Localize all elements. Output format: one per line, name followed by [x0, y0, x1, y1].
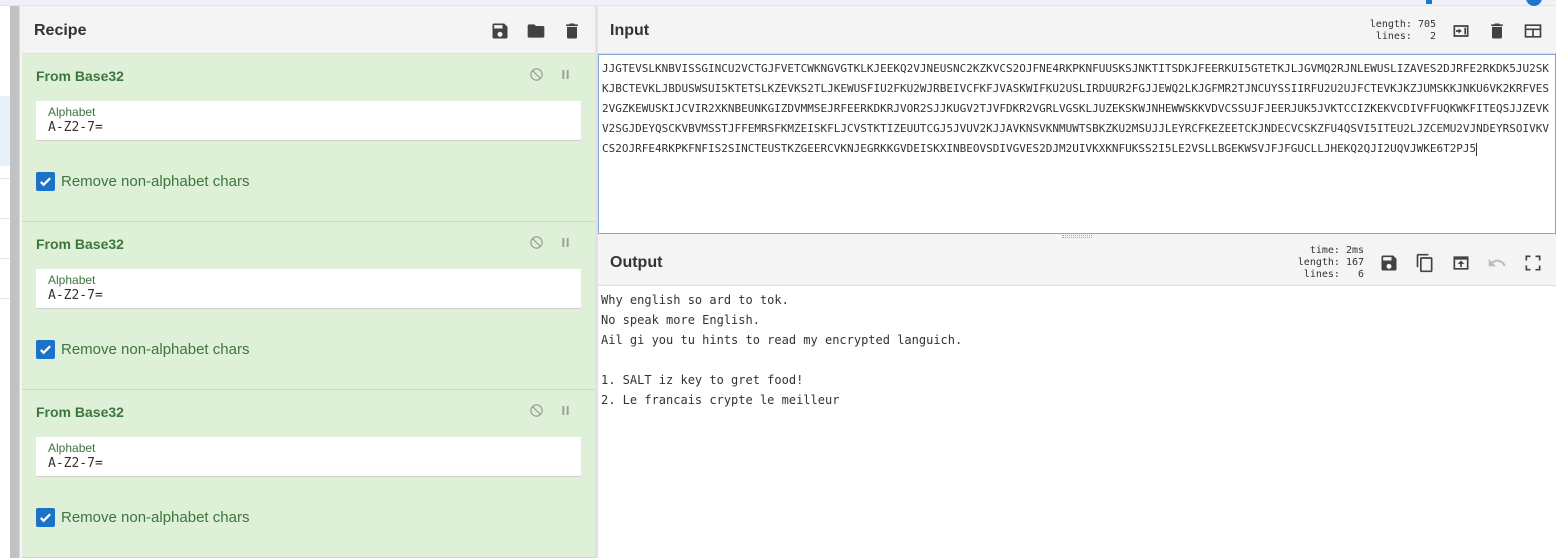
output-text[interactable]: Why english so ard to tok. No speak more… [598, 286, 1556, 414]
input-textarea[interactable]: JJGTEVSLKNBVISSGINCU2VCTGJFVETCWKNGVGTKL… [598, 54, 1556, 234]
undo-icon[interactable] [1486, 252, 1508, 274]
remove-non-alphabet-row[interactable]: Remove non-alphabet chars [36, 340, 581, 359]
pause-operation-icon[interactable] [558, 235, 573, 255]
copy-output-icon[interactable] [1414, 252, 1436, 274]
operations-pane-edge [0, 6, 20, 558]
alphabet-field[interactable]: Alphabet A-Z2-7= [36, 101, 581, 141]
input-pane: Input length: 705 lines: 2 JJGTEVSLKNBVI… [598, 8, 1556, 234]
alphabet-label: Alphabet [48, 441, 96, 455]
notification-dot-icon[interactable] [1526, 0, 1542, 6]
clear-recipe-trash-icon[interactable] [561, 20, 583, 42]
input-title: Input [610, 21, 650, 39]
save-output-icon[interactable] [1378, 252, 1400, 274]
clear-input-trash-icon[interactable] [1486, 20, 1508, 42]
alphabet-label: Alphabet [48, 273, 96, 287]
recipe-pane: Recipe From Base32 Alphabet A-Z2-7= Remo… [22, 8, 595, 558]
progress-indicator [1426, 0, 1432, 4]
io-splitter-handle[interactable] [1062, 235, 1092, 238]
length-label: length: [1369, 18, 1412, 30]
length-value: 167 [1345, 256, 1364, 268]
recipe-title: Recipe [34, 21, 87, 39]
operation-title: From Base32 [36, 236, 124, 252]
divider [0, 258, 10, 259]
replace-input-icon[interactable] [1450, 252, 1472, 274]
divider [0, 298, 10, 299]
operation-title: From Base32 [36, 68, 124, 84]
time-value: 2ms [1345, 244, 1364, 256]
maximise-output-icon[interactable] [1522, 252, 1544, 274]
input-text-content[interactable]: JJGTEVSLKNBVISSGINCU2VCTGJFVETCWKNGVGTKL… [602, 62, 1549, 155]
operations-list-highlight [0, 96, 10, 166]
divider [0, 178, 10, 179]
input-header: Input length: 705 lines: 2 [598, 8, 1556, 54]
divider [0, 218, 10, 219]
lines-value: 2 [1429, 30, 1436, 42]
pause-operation-icon[interactable] [558, 67, 573, 87]
alphabet-field[interactable]: Alphabet A-Z2-7= [36, 437, 581, 477]
remove-non-alphabet-checkbox[interactable] [36, 340, 55, 359]
input-stats: length: 705 lines: 2 [1370, 19, 1436, 43]
output-title: Output [610, 253, 663, 271]
operation-title: From Base32 [36, 404, 124, 420]
lines-label: lines: [1303, 268, 1340, 280]
disable-operation-icon[interactable] [529, 235, 544, 255]
time-label: time: [1309, 244, 1340, 256]
remove-non-alphabet-checkbox[interactable] [36, 508, 55, 527]
text-caret [1476, 142, 1478, 156]
disable-operation-icon[interactable] [529, 67, 544, 87]
remove-non-alphabet-checkbox[interactable] [36, 172, 55, 191]
load-recipe-folder-icon[interactable] [525, 20, 547, 42]
output-stats: time: 2ms length: 167 lines: 6 [1298, 245, 1364, 281]
operation-from-base32[interactable]: From Base32 Alphabet A-Z2-7= Remove non-… [22, 390, 595, 558]
operation-from-base32[interactable]: From Base32 Alphabet A-Z2-7= Remove non-… [22, 222, 595, 390]
recipe-header: Recipe [22, 8, 595, 54]
output-pane: Output time: 2ms length: 167 lines: 6 Wh… [598, 240, 1556, 558]
alphabet-label: Alphabet [48, 105, 96, 119]
alphabet-value[interactable]: A-Z2-7= [48, 287, 569, 305]
alphabet-value[interactable]: A-Z2-7= [48, 119, 569, 137]
remove-non-alphabet-row[interactable]: Remove non-alphabet chars [36, 172, 581, 191]
remove-non-alphabet-row[interactable]: Remove non-alphabet chars [36, 508, 581, 527]
operation-from-base32[interactable]: From Base32 Alphabet A-Z2-7= Remove non-… [22, 54, 595, 222]
remove-non-alphabet-label[interactable]: Remove non-alphabet chars [61, 341, 249, 358]
alphabet-value[interactable]: A-Z2-7= [48, 455, 569, 473]
pause-operation-icon[interactable] [558, 403, 573, 423]
lines-value: 6 [1357, 268, 1364, 280]
vertical-scrollbar[interactable] [10, 6, 19, 558]
reset-layout-icon[interactable] [1522, 20, 1544, 42]
remove-non-alphabet-label[interactable]: Remove non-alphabet chars [61, 509, 249, 526]
length-label: length: [1297, 256, 1340, 268]
disable-operation-icon[interactable] [529, 403, 544, 423]
top-toolbar-strip [0, 0, 1556, 6]
remove-non-alphabet-label[interactable]: Remove non-alphabet chars [61, 173, 249, 190]
lines-label: lines: [1375, 30, 1412, 42]
length-value: 705 [1417, 18, 1436, 30]
add-input-tab-icon[interactable] [1450, 20, 1472, 42]
output-header: Output time: 2ms length: 167 lines: 6 [598, 240, 1556, 286]
alphabet-field[interactable]: Alphabet A-Z2-7= [36, 269, 581, 309]
save-recipe-icon[interactable] [489, 20, 511, 42]
